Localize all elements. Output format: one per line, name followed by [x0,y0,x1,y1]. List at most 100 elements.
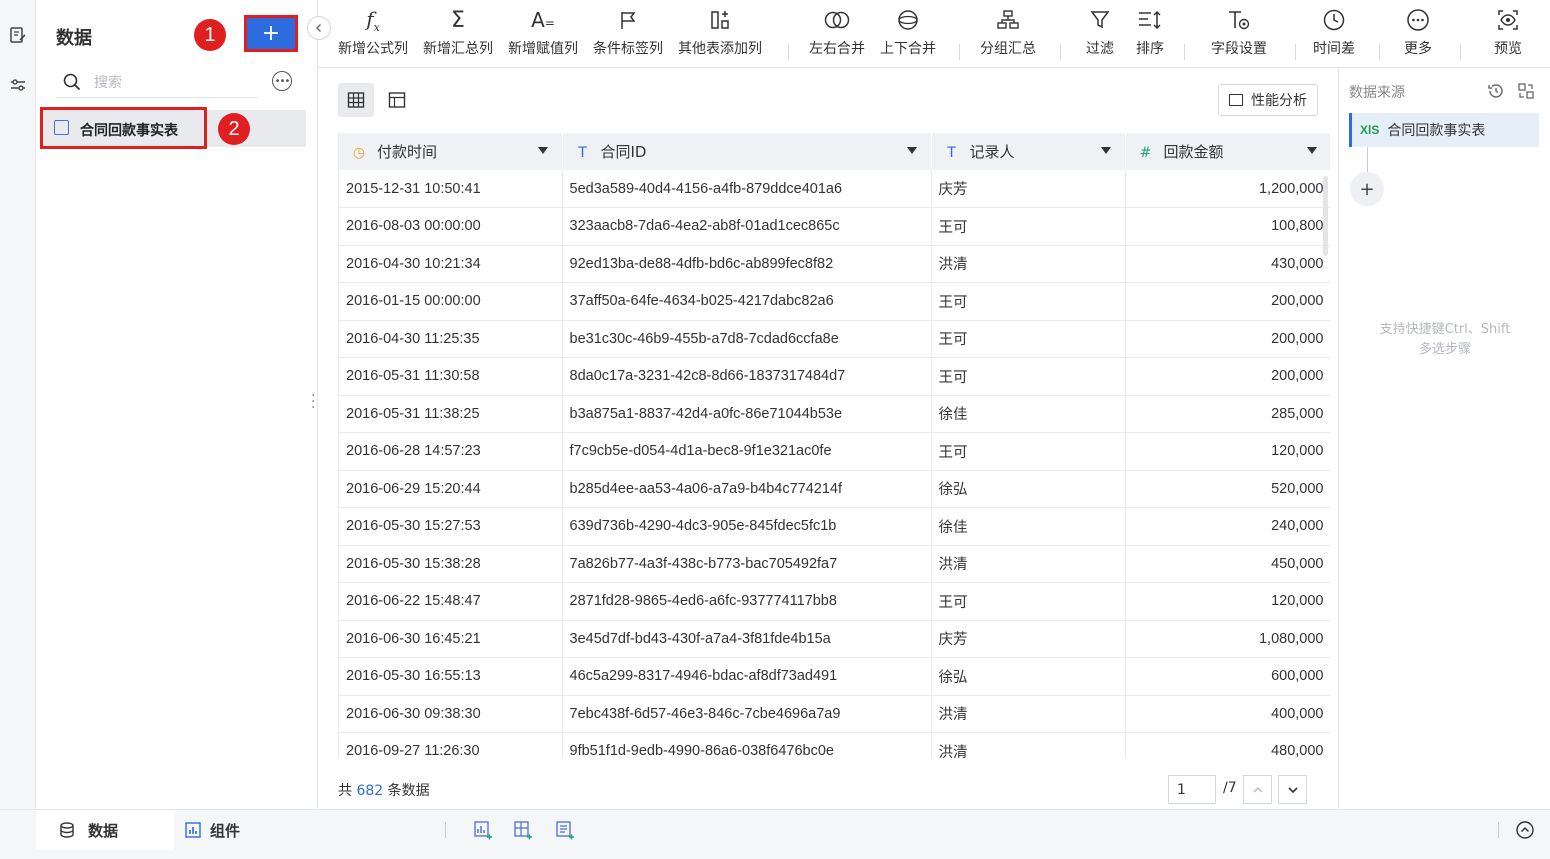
table-cell[interactable]: 37aff50a-64fe-4634-b025-4217dabc82a6 [562,282,932,321]
table-cell[interactable]: 1,200,000 [1125,170,1330,208]
add-chart-icon[interactable] [473,820,493,840]
column-header[interactable]: T 合同ID [562,133,932,170]
table-cell[interactable]: 2016-05-30 15:27:53 [339,507,563,546]
table-cell[interactable]: 430,000 [1125,245,1330,283]
tab-components[interactable]: 组件 [184,810,240,850]
layout-view-button[interactable] [379,83,415,117]
toolbar-item-add-column[interactable]: 其他表添加列 [678,6,762,64]
table-cell[interactable]: 7a826b77-4a3f-438c-b773-bac705492fa7 [562,545,932,583]
column-header[interactable]: # 回款金额 [1125,133,1330,170]
expand-up-icon[interactable] [1515,820,1535,840]
table-cell[interactable]: 王可 [931,357,1126,396]
table-cell[interactable]: 200,000 [1125,282,1330,321]
table-cell[interactable]: 庆芳 [931,620,1126,658]
toolbar-item-field-settings[interactable]: 字段设置 [1211,6,1267,64]
table-cell[interactable]: 2016-05-30 16:55:13 [339,657,563,696]
add-filter-component-icon[interactable] [513,820,533,840]
column-header[interactable]: T 记录人 [931,133,1126,170]
toolbar-item-preview[interactable]: 预览 [1494,6,1522,64]
table-cell[interactable]: 200,000 [1125,320,1330,358]
caret-down-icon[interactable] [537,147,548,154]
table-cell[interactable]: 8da0c17a-3231-42c8-8d66-1837317484d7 [562,357,932,396]
table-cell[interactable]: 5ed3a589-40d4-4156-a4fb-879ddce401a6 [562,170,932,208]
table-cell[interactable]: 2016-05-31 11:38:25 [339,395,563,433]
table-cell[interactable]: 400,000 [1125,695,1330,733]
table-cell[interactable]: 480,000 [1125,732,1330,758]
add-step-button[interactable]: + [1350,172,1384,206]
table-cell[interactable]: 庆芳 [931,170,1126,208]
caret-down-icon[interactable] [1100,147,1111,154]
toolbar-item-time-diff[interactable]: 时间差 [1313,6,1355,64]
table-cell[interactable]: 2016-06-29 15:20:44 [339,470,563,508]
table-cell[interactable]: 王可 [931,207,1126,246]
next-page-button[interactable] [1278,775,1307,804]
table-cell[interactable]: 285,000 [1125,395,1330,433]
table-cell[interactable]: 徐弘 [931,657,1126,696]
toolbar-item-group[interactable]: 分组汇总 [980,6,1036,64]
table-cell[interactable]: 2016-06-28 14:57:23 [339,432,563,471]
table-cell[interactable]: 120,000 [1125,582,1330,621]
table-cell[interactable]: 王可 [931,320,1126,358]
table-cell[interactable]: 2016-06-30 09:38:30 [339,695,563,733]
table-cell[interactable]: 2015-12-31 10:50:41 [339,170,563,208]
settings-sliders-icon[interactable] [8,75,28,95]
table-cell[interactable]: 200,000 [1125,357,1330,396]
table-cell[interactable]: 520,000 [1125,470,1330,508]
table-cell[interactable]: 徐佳 [931,395,1126,433]
table-cell[interactable]: 2016-05-30 15:38:28 [339,545,563,583]
toolbar-item-summary[interactable]: Σ 新增汇总列 [423,6,493,64]
table-cell[interactable]: 王可 [931,282,1126,321]
toolbar-item-sort[interactable]: 排序 [1136,6,1164,64]
prev-page-button[interactable] [1243,775,1272,804]
table-cell[interactable]: f7c9cb5e-d054-4d1a-bec8-9f1e321ac0fe [562,432,932,471]
toolbar-item-merge-lr[interactable]: 左右合并 [809,6,865,64]
table-cell[interactable]: 徐弘 [931,470,1126,508]
toolbar-item-condition-tag[interactable]: 条件标签列 [593,6,663,64]
table-cell[interactable]: 2016-04-30 10:21:34 [339,245,563,283]
collapse-panel-button[interactable] [307,16,331,40]
table-cell[interactable]: 240,000 [1125,507,1330,546]
table-cell[interactable]: 2016-06-22 15:48:47 [339,582,563,621]
more-options-icon[interactable]: ••• [272,71,292,91]
add-table-button[interactable]: + [244,15,298,52]
column-header[interactable]: ◷ 付款时间 [339,133,563,170]
table-cell[interactable]: 9fb51f1d-9edb-4990-86a6-038f6476bc0e [562,732,932,758]
table-cell[interactable]: b3a875a1-8837-42d4-a0fc-86e71044b53e [562,395,932,433]
table-cell[interactable]: 洪清 [931,545,1126,583]
table-cell[interactable]: 洪清 [931,245,1126,283]
table-cell[interactable]: 徐佳 [931,507,1126,546]
table-cell[interactable]: 2016-05-31 11:30:58 [339,357,563,396]
table-cell[interactable]: 450,000 [1125,545,1330,583]
table-cell[interactable]: 3e45d7df-bd43-430f-a7a4-3f81fde4b15a [562,620,932,658]
table-cell[interactable]: 2016-04-30 11:25:35 [339,320,563,358]
table-cell[interactable]: 2016-09-27 11:26:30 [339,732,563,758]
vertical-scrollbar[interactable] [1323,176,1328,256]
caret-down-icon[interactable] [1306,147,1317,154]
table-cell[interactable]: 王可 [931,582,1126,621]
history-icon[interactable] [1487,82,1505,100]
grid-view-button[interactable] [338,83,374,117]
table-cell[interactable]: 2016-06-30 16:45:21 [339,620,563,658]
table-cell[interactable]: 100,800 [1125,207,1330,246]
table-cell[interactable]: 600,000 [1125,657,1330,696]
resize-handle[interactable]: · · · [311,389,315,415]
table-cell[interactable]: be31c30c-46b9-455b-a7d8-7cdad6ccfa8e [562,320,932,358]
table-cell[interactable]: 2016-08-03 00:00:00 [339,207,563,246]
toolbar-item-formula[interactable]: fx 新增公式列 [338,6,408,64]
table-cell[interactable]: 洪清 [931,732,1126,758]
table-cell[interactable]: 92ed13ba-de88-4dfb-bd6c-ab899fec8f82 [562,245,932,283]
table-cell[interactable]: 1,080,000 [1125,620,1330,658]
search-field[interactable]: 搜索 [56,66,258,98]
table-cell[interactable]: 323aacb8-7da6-4ea2-ab8f-01ad1cec865c [562,207,932,246]
toolbar-item-assign[interactable]: A= 新增赋值列 [508,6,578,64]
table-cell[interactable]: 46c5a299-8317-4946-bdac-af8df73ad491 [562,657,932,696]
toolbar-item-more[interactable]: 更多 [1404,6,1432,64]
table-cell[interactable]: 洪清 [931,695,1126,733]
table-cell[interactable]: 120,000 [1125,432,1330,471]
toolbar-item-merge-ud[interactable]: 上下合并 [880,6,936,64]
caret-down-icon[interactable] [906,147,917,154]
toolbar-item-filter[interactable]: 过滤 [1086,6,1114,64]
add-text-component-icon[interactable] [555,820,575,840]
table-item-selected[interactable]: 合同回款事实表 [40,107,306,149]
table-cell[interactable]: 639d736b-4290-4dc3-905e-845fdec5fc1b [562,507,932,546]
